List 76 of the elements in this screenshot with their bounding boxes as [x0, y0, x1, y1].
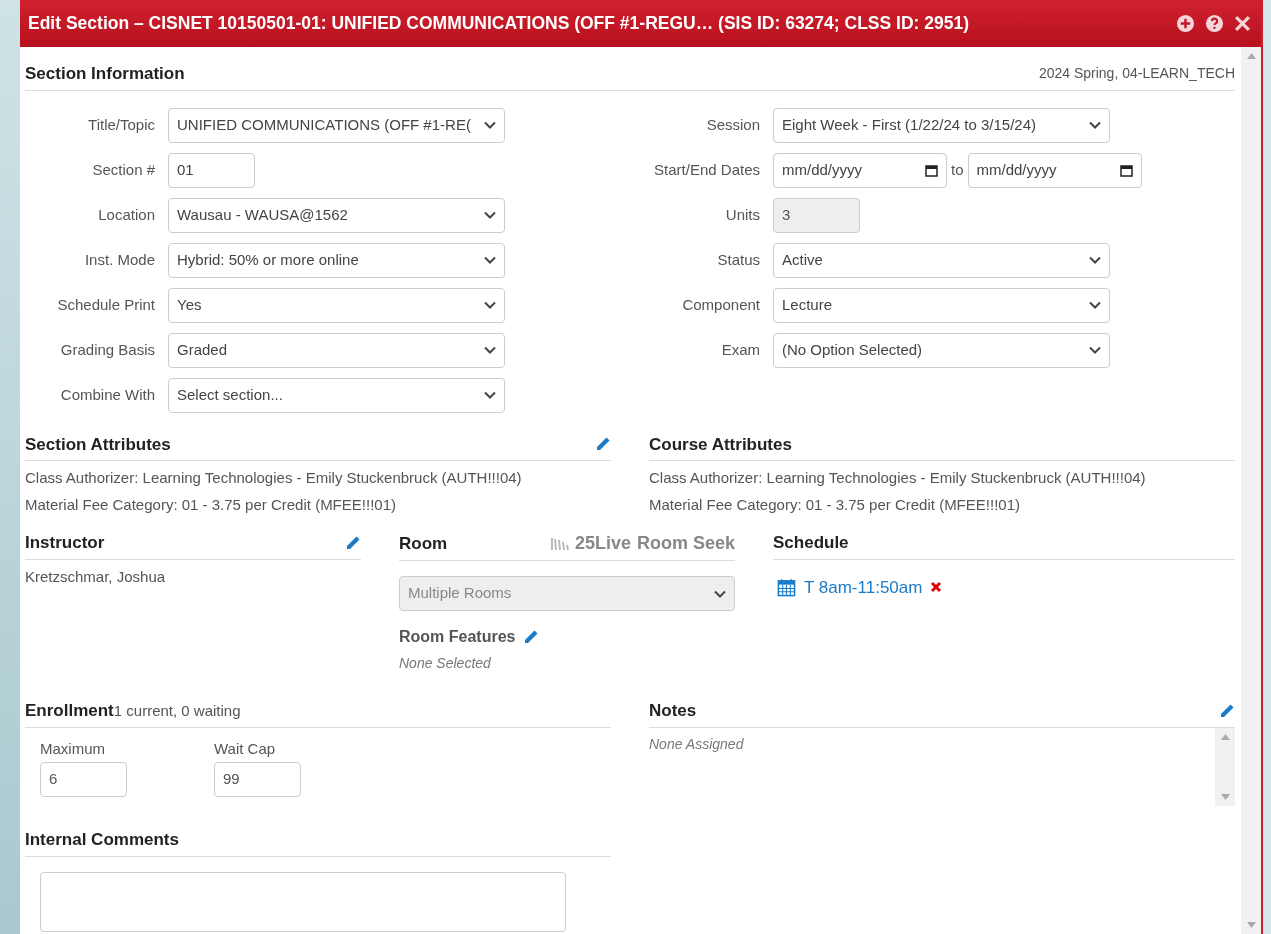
select-field[interactable]: Active — [773, 242, 1110, 278]
field-label: Combine With — [59, 384, 156, 405]
section-heading: Schedule — [773, 532, 849, 554]
field-label: Inst. Mode — [83, 249, 156, 270]
section-heading: Enrollment — [25, 700, 114, 722]
section-heading: Notes — [649, 700, 697, 722]
date-field[interactable]: mm/dd/yyyy — [967, 152, 1142, 188]
section-heading: Course Attributes — [649, 433, 792, 456]
remove-icon[interactable] — [930, 581, 943, 594]
attribute-text: Class Authorizer: Learning Technologies - Emily Stuckenbruck (AUTH!!!04) — [649, 468, 1147, 488]
help-icon[interactable] — [1205, 14, 1224, 33]
section-heading: Section Information — [25, 63, 185, 85]
select-field[interactable]: Graded — [168, 332, 505, 368]
field-label: Status — [716, 249, 761, 270]
chevron-icon — [1089, 301, 1101, 309]
schedule-link[interactable]: T 8am-11:50am — [804, 574, 923, 600]
field-label: Location — [97, 204, 156, 225]
pencil-icon[interactable] — [523, 629, 540, 645]
calendar-icon[interactable] — [1119, 163, 1133, 177]
chevron-icon — [1089, 346, 1101, 354]
chevron-icon — [484, 301, 496, 309]
select-field[interactable]: (No Option Selected) — [773, 332, 1110, 368]
pencil-icon[interactable] — [345, 534, 361, 551]
enrollment-summary: 1 current, 0 waiting — [113, 701, 241, 721]
chevron-icon — [484, 211, 496, 219]
field-label: Exam — [720, 339, 761, 360]
field-label: Units — [724, 204, 761, 225]
field-label: Session — [705, 114, 761, 135]
chevron-icon — [484, 346, 496, 354]
date-field[interactable]: mm/dd/yyyy — [773, 152, 947, 188]
range-separator: to — [951, 159, 964, 180]
section-heading: Internal Comments — [25, 829, 179, 851]
field-label: Grading Basis — [59, 339, 156, 360]
select-field[interactable]: Hybrid: 50% or more online — [168, 242, 505, 278]
select-field[interactable]: Wausau - WAUSA@1562 — [168, 197, 505, 233]
add-icon[interactable] — [1176, 14, 1195, 33]
notes-text: None Assigned — [649, 734, 745, 754]
section-heading: Section Attributes — [25, 433, 171, 456]
field-label: Component — [681, 294, 761, 315]
chevron-icon — [1089, 256, 1101, 264]
chevron-icon — [484, 121, 496, 129]
field-label: Schedule Print — [56, 294, 156, 315]
pencil-icon[interactable] — [1219, 702, 1235, 719]
room-features-value: None Selected — [399, 654, 492, 673]
chevron-icon — [484, 256, 496, 264]
field-label: Maximum — [40, 738, 106, 759]
select-field[interactable]: Lecture — [773, 287, 1110, 323]
subsection-heading: Room Features — [399, 627, 516, 647]
input-field[interactable]: 6 — [40, 762, 127, 797]
field-label: Section # — [91, 159, 156, 180]
section-heading: Instructor — [25, 532, 105, 554]
close-icon[interactable] — [1234, 15, 1251, 32]
select-field[interactable]: Select section... — [168, 377, 505, 413]
section-heading: Room — [399, 532, 448, 555]
chevron-icon — [1089, 121, 1101, 129]
pencil-icon[interactable] — [595, 436, 611, 453]
window-title: Edit Section – CISNET 10150501-01: UNIFIED COMMUNICATIONS (OFF #1-REGU… (SIS ID: 63274; CLSS ID: 2951) — [28, 12, 969, 36]
field-label: Wait Cap — [214, 738, 277, 759]
input-field[interactable]: 01 — [168, 152, 255, 188]
input-field[interactable]: 99 — [214, 762, 301, 797]
field-label: Start/End Dates — [653, 159, 761, 180]
attribute-text: Class Authorizer: Learning Technologies - Emily Stuckenbruck (AUTH!!!04) — [25, 468, 523, 488]
term-label: 2024 Spring, 04-LEARN_TECH — [1038, 64, 1235, 84]
chevron-icon — [484, 391, 496, 399]
room-seek-logo[interactable]: 25Live Room Seek — [549, 530, 735, 557]
field-label: Title/Topic — [87, 114, 156, 135]
select-field[interactable]: Yes — [168, 287, 505, 323]
select-field[interactable]: UNIFIED COMMUNICATIONS (OFF #1-RE( — [168, 107, 505, 143]
chevron-icon — [714, 589, 726, 598]
attribute-text: Material Fee Category: 01 - 3.75 per Credit (MFEE!!!01) — [25, 494, 397, 515]
calendar-icon — [777, 577, 796, 597]
calendar-icon[interactable] — [925, 163, 938, 177]
attribute-text: Material Fee Category: 01 - 3.75 per Credit (MFEE!!!01) — [649, 494, 1021, 515]
select-field[interactable]: Eight Week - First (1/22/24 to 3/15/24) — [773, 107, 1110, 143]
input-field[interactable]: 3 — [773, 197, 860, 233]
instructor-name: Kretzschmar, Joshua — [25, 566, 167, 587]
